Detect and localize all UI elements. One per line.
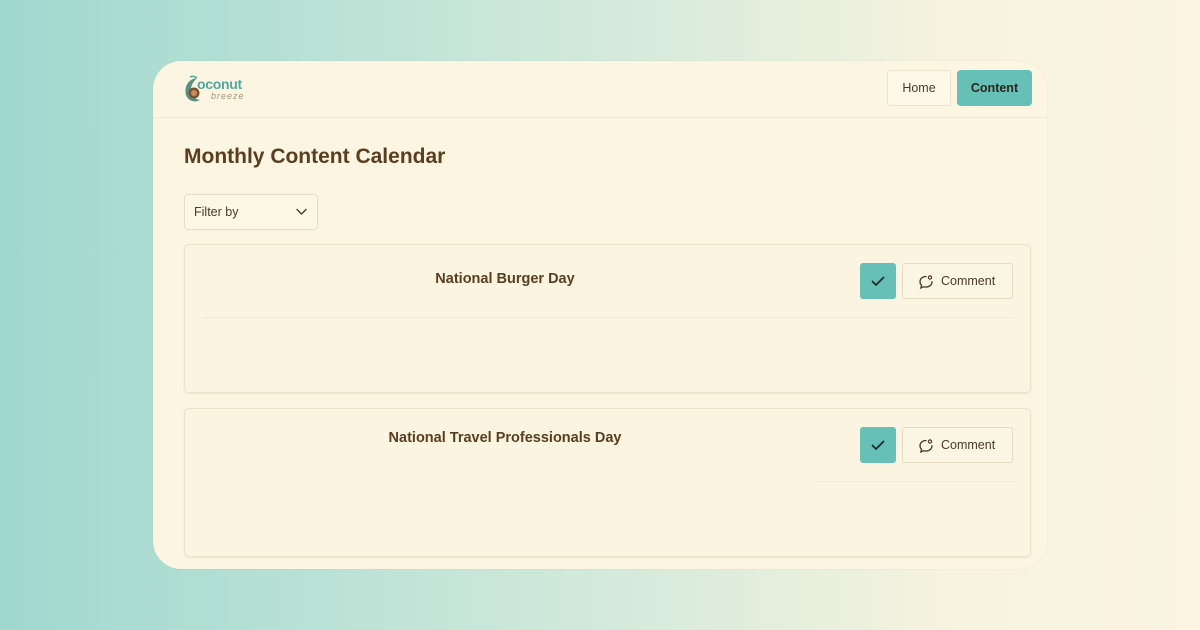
brand-logo[interactable]: oconut breeze xyxy=(183,73,249,105)
card-title: National Burger Day xyxy=(435,271,575,287)
card-title: National Travel Professionals Day xyxy=(388,430,622,446)
page-title: Monthly Content Calendar xyxy=(184,145,446,168)
check-icon xyxy=(871,276,885,286)
content-card: National Travel Professionals Day Commen… xyxy=(184,408,1031,557)
comment-icon xyxy=(919,439,933,454)
filter-label: Filter by xyxy=(194,205,239,219)
nav-home-button[interactable]: Home xyxy=(887,70,951,106)
content-card: National Burger Day Comment xyxy=(184,244,1031,393)
filter-dropdown[interactable]: Filter by xyxy=(184,194,318,230)
brand-tagline: breeze xyxy=(211,91,245,101)
approve-button[interactable] xyxy=(860,427,896,463)
brand-name: oconut xyxy=(197,76,242,92)
app-window: oconut breeze Home Content Monthly Conte… xyxy=(153,61,1047,569)
comment-button[interactable]: Comment xyxy=(902,263,1013,299)
approve-button[interactable] xyxy=(860,263,896,299)
chevron-down-icon xyxy=(296,208,307,215)
comment-label: Comment xyxy=(941,274,996,288)
comment-button[interactable]: Comment xyxy=(902,427,1013,463)
top-bar: oconut breeze Home Content xyxy=(153,61,1047,118)
nav-content-button[interactable]: Content xyxy=(957,70,1032,106)
comment-label: Comment xyxy=(941,438,996,452)
check-icon xyxy=(871,440,885,450)
divider xyxy=(815,481,1015,482)
comment-icon xyxy=(919,275,933,290)
divider xyxy=(201,317,1014,318)
